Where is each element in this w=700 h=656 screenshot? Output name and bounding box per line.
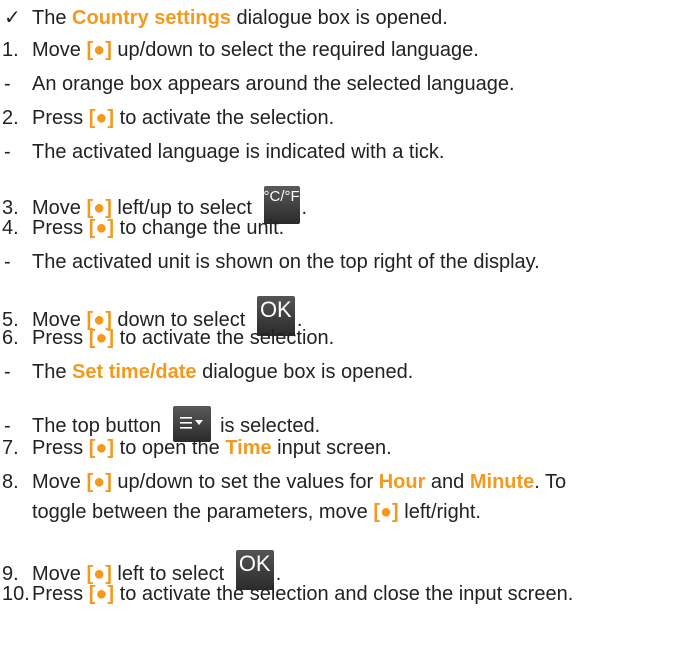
step-number: 7. xyxy=(2,437,19,459)
step-number: 10. xyxy=(2,583,30,605)
step-line-9: 9. Move [●] left to select OK. xyxy=(0,546,700,590)
button-symbol: [●] xyxy=(88,583,115,605)
screen-name-time: Time xyxy=(225,437,272,459)
text: Press xyxy=(32,107,89,129)
dash-marker: - xyxy=(4,73,11,95)
text: The xyxy=(32,361,73,383)
text: to open the xyxy=(114,437,226,459)
step-line-7: 7. Press [●] to open the Time input scre… xyxy=(0,436,700,460)
step-line-4: 4. Press [●] to change the unit. xyxy=(0,216,700,240)
button-symbol: [●] xyxy=(86,39,112,61)
text: and xyxy=(425,471,470,493)
button-symbol: [●] xyxy=(373,501,399,523)
text: up/down to set the values for xyxy=(111,471,379,493)
instruction-document: ✓ The Country settings dialogue box is o… xyxy=(0,0,700,656)
text: The top button xyxy=(32,415,167,437)
parameter-hour: Hour xyxy=(378,471,426,493)
step-line-8: 8. Move [●] up/down to set the values fo… xyxy=(0,470,700,494)
dash-marker: - xyxy=(4,361,11,383)
result-line: - An orange box appears around the selec… xyxy=(0,72,700,96)
step-number: 6. xyxy=(2,327,19,349)
step-line-8-continued: toggle between the parameters, move [●] … xyxy=(0,500,700,524)
text: dialogue box is opened. xyxy=(196,361,414,383)
dash-marker: - xyxy=(4,415,11,437)
button-symbol: [●] xyxy=(88,437,115,459)
text: Press xyxy=(32,327,89,349)
parameter-minute: Minute xyxy=(469,471,535,493)
text: Press xyxy=(32,437,89,459)
text: Move xyxy=(32,39,87,61)
text: toggle between the parameters, move xyxy=(32,501,374,523)
dash-marker: - xyxy=(4,141,11,163)
text: to activate the selection. xyxy=(114,327,335,349)
text: The xyxy=(32,7,73,29)
text: input screen. xyxy=(271,437,392,459)
step-line-6: 6. Press [●] to activate the selection. xyxy=(0,326,700,350)
text: Move xyxy=(32,471,87,493)
step-number: 2. xyxy=(2,107,19,129)
step-line-2: 2. Press [●] to activate the selection. xyxy=(0,106,700,130)
step-number: 4. xyxy=(2,217,19,239)
result-line: - The Set time/date dialogue box is open… xyxy=(0,360,700,384)
text: dialogue box is opened. xyxy=(230,7,448,29)
text: An orange box appears around the selecte… xyxy=(32,73,515,95)
text: left/right. xyxy=(398,501,481,523)
button-symbol: [●] xyxy=(88,107,115,129)
result-line: - The activated language is indicated wi… xyxy=(0,140,700,164)
dialog-name-country-settings: Country settings xyxy=(72,7,231,29)
step-line-10: 10. Press [●] to activate the selection … xyxy=(0,582,700,606)
text: is selected. xyxy=(214,415,321,437)
text: . To xyxy=(534,471,567,493)
step-line-3: 3. Move [●] left/up to select °C/°F. xyxy=(0,182,700,224)
button-symbol: [●] xyxy=(88,217,115,239)
step-line-prerequisite: ✓ The Country settings dialogue box is o… xyxy=(0,6,700,30)
button-symbol: [●] xyxy=(88,327,115,349)
text: to activate the selection and close the … xyxy=(114,583,574,605)
step-number: 1. xyxy=(2,39,19,61)
dialog-name-set-time-date: Set time/date xyxy=(72,361,197,383)
step-line-1: 1. Move [●] up/down to select the requir… xyxy=(0,38,700,62)
text: The activated language is indicated with… xyxy=(32,141,445,163)
result-line: - The top button is selected. xyxy=(0,402,700,442)
text: Press xyxy=(32,217,89,239)
check-marker: ✓ xyxy=(4,7,21,29)
text: Press xyxy=(32,583,89,605)
dash-marker: - xyxy=(4,251,11,273)
text: The activated unit is shown on the top r… xyxy=(32,251,540,273)
text: up/down to select the required language. xyxy=(111,39,479,61)
text: to change the unit. xyxy=(114,217,285,239)
result-line: - The activated unit is shown on the top… xyxy=(0,250,700,274)
text: to activate the selection. xyxy=(114,107,335,129)
step-number: 8. xyxy=(2,471,19,493)
button-symbol: [●] xyxy=(86,471,112,493)
